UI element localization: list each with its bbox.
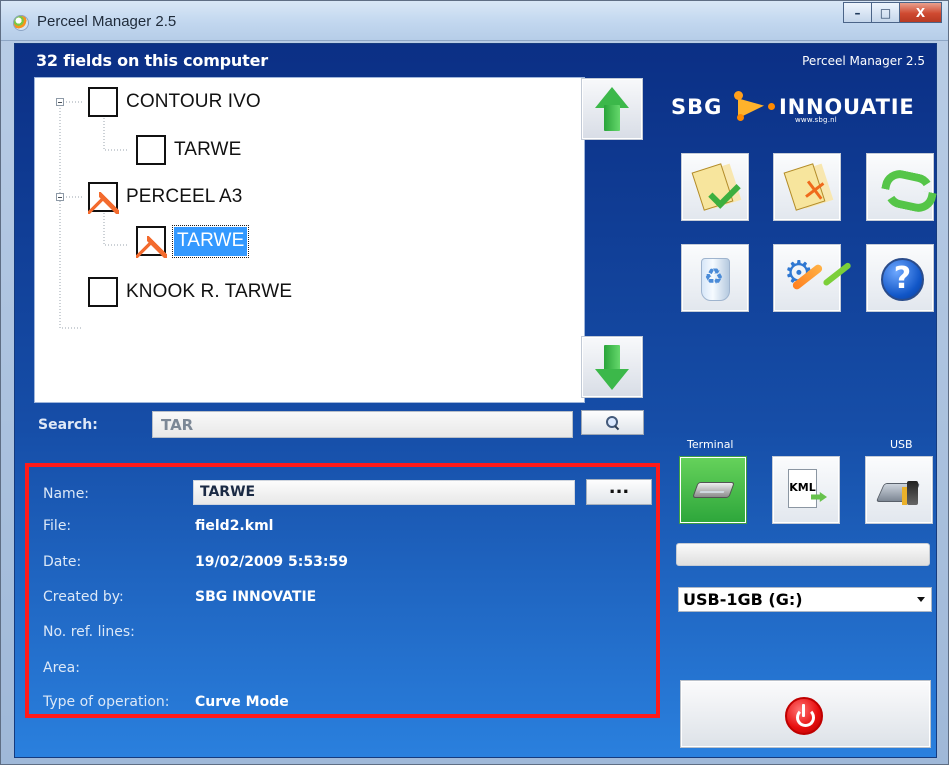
field-count: 32 fields on this computer [36,51,268,70]
transfer-progress-bar [676,543,930,566]
drive-select[interactable]: USB-1GB (G:) [678,587,932,612]
browse-button[interactable]: ... [586,479,652,505]
app-window: Perceel Manager 2.5 – □ X 32 fields on t… [0,0,949,765]
date-value: 19/02/2009 5:53:59 [195,554,348,570]
search-icon [606,416,619,429]
logo-mark-icon [734,89,776,121]
tree-item-label: KNOOK R. TARWE [126,281,293,302]
operation-label: Type of operation: [43,694,170,710]
kml-export-button[interactable] [772,456,840,524]
search-button[interactable] [581,410,644,435]
tree-item-contour-ivo[interactable]: CONTOUR IVO [88,84,261,120]
minimize-button[interactable]: – [843,2,871,23]
help-icon [877,255,924,301]
created-by-value: SBG INNOVATIE [195,589,317,605]
tree-item-label: TARWE [174,139,242,160]
terminal-label: Terminal [687,438,734,451]
settings-button[interactable] [773,244,841,312]
logo-sbg-text: SBG [671,95,723,119]
tree-expander-contour-ivo[interactable] [56,98,64,106]
refresh-icon [877,164,923,210]
tree-item-contour-ivo-tarwe[interactable]: TARWE [136,132,241,168]
created-by-label: Created by: [43,589,124,605]
name-label: Name: [43,486,90,502]
file-value: field2.kml [195,518,274,534]
up-arrow-icon [595,87,629,131]
settings-tools-icon [784,253,830,301]
documents-x-icon [784,164,830,210]
window-controls: – □ X [843,2,942,23]
chevron-down-icon [917,597,925,602]
tree-item-knook-r-tarwe[interactable]: KNOOK R. TARWE [88,274,292,310]
tree-item-checkbox[interactable] [88,87,118,117]
tree-item-checkbox[interactable] [136,226,167,258]
move-up-button[interactable] [581,78,643,140]
terminal-button[interactable] [679,456,747,524]
tree-item-checkbox[interactable] [88,277,118,307]
documents-check-icon [692,164,738,210]
kml-export-icon [783,467,829,513]
logo-url: www.sbg.nl [795,116,837,124]
move-down-button[interactable] [581,336,643,398]
drive-select-value: USB-1GB (G:) [683,590,803,609]
accept-button[interactable] [681,153,749,221]
search-input[interactable]: TAR [152,411,573,438]
close-button[interactable]: X [899,2,942,23]
tree-item-label: PERCEEL A3 [126,186,243,207]
tree-expander-perceel-a3[interactable] [56,193,64,201]
tree-connector-lines [59,101,127,329]
field-details-panel: Name: TARWE ... File: field2.kml Date: 1… [25,463,660,718]
sbg-innovatie-logo: SBG INNOUATIE www.sbg.nl [671,88,931,130]
window-title: Perceel Manager 2.5 [37,13,177,30]
date-label: Date: [43,554,82,570]
delete-button[interactable] [681,244,749,312]
app-icon [13,15,29,31]
reject-button[interactable] [773,153,841,221]
area-label: Area: [43,660,80,676]
trash-icon [692,255,738,301]
down-arrow-icon [595,345,629,391]
tree-item-perceel-a3[interactable]: PERCEEL A3 [88,179,242,215]
help-button[interactable] [866,244,934,312]
title-bar: Perceel Manager 2.5 – □ X [1,1,948,41]
usb-button[interactable] [865,456,933,524]
tree-item-label-selected: TARWE [171,224,250,258]
usb-label: USB [890,438,913,451]
search-label: Search: [38,417,98,433]
field-tree[interactable]: CONTOUR IVO TARWE PERCEEL A3 TARWE KNOOK… [34,77,585,403]
operation-value: Curve Mode [195,694,289,710]
refresh-button[interactable] [866,153,934,221]
tree-item-checkbox[interactable] [88,182,119,214]
name-field[interactable]: TARWE [193,480,575,505]
version-label: Perceel Manager 2.5 [802,54,925,68]
tree-item-perceel-a3-tarwe[interactable]: TARWE [136,223,250,259]
tree-item-label: CONTOUR IVO [126,91,261,112]
terminal-drive-icon [690,467,736,513]
power-icon [785,697,823,735]
exit-button[interactable] [680,680,931,748]
ref-lines-label: No. ref. lines: [43,624,135,640]
file-label: File: [43,518,72,534]
tree-item-checkbox[interactable] [136,135,166,165]
main-panel: 32 fields on this computer Perceel Manag… [14,43,937,758]
maximize-button[interactable]: □ [871,2,899,23]
usb-drive-icon [876,467,922,513]
